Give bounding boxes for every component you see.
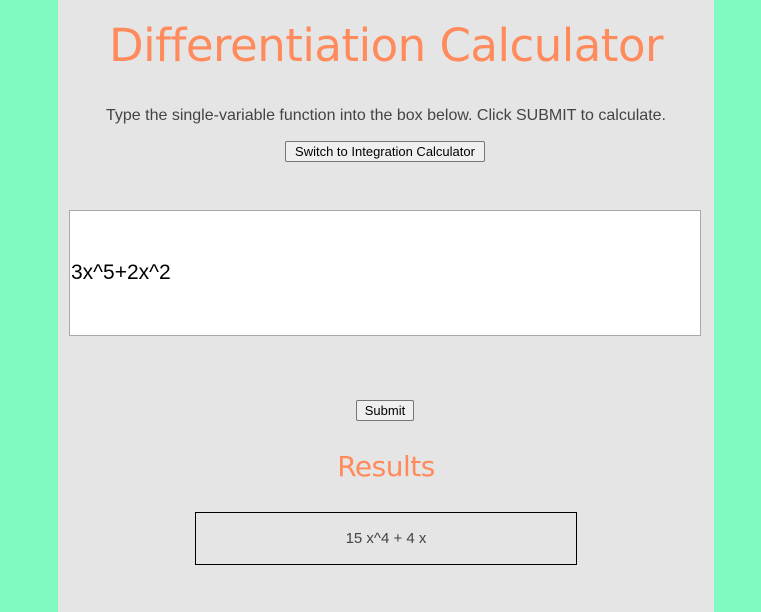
result-output: 15 x^4 + 4 x bbox=[195, 512, 577, 565]
calculator-panel: Differentiation Calculator Type the sing… bbox=[58, 0, 714, 612]
page-title: Differentiation Calculator bbox=[109, 19, 663, 72]
function-input[interactable] bbox=[69, 210, 701, 336]
submit-button[interactable]: Submit bbox=[356, 400, 414, 421]
instructions-text: Type the single-variable function into t… bbox=[106, 107, 666, 124]
switch-to-integration-button[interactable]: Switch to Integration Calculator bbox=[285, 141, 485, 162]
results-heading: Results bbox=[337, 450, 435, 483]
